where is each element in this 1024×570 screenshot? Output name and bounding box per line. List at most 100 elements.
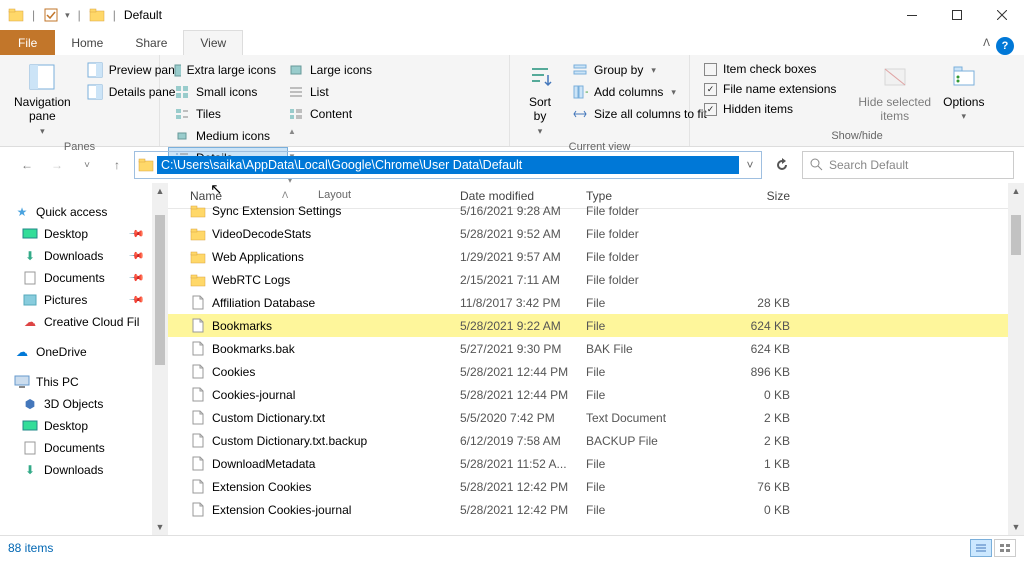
- file-type: File: [586, 480, 712, 494]
- hide-selected-button: Hide selected items: [852, 59, 937, 126]
- extra-large-icons-button[interactable]: Extra large icons: [168, 59, 282, 81]
- search-box[interactable]: Search Default: [802, 151, 1014, 179]
- file-row[interactable]: Cookies5/28/2021 12:44 PMFile896 KB: [168, 360, 1024, 383]
- checkbox-icon[interactable]: [43, 7, 59, 23]
- downloads-item[interactable]: ⬇Downloads📌: [0, 245, 168, 267]
- options-button[interactable]: Options ▾: [937, 59, 990, 124]
- hidden-items-toggle[interactable]: Hidden items: [698, 99, 842, 119]
- file-row[interactable]: Cookies-journal5/28/2021 12:44 PMFile0 K…: [168, 383, 1024, 406]
- file-size: 624 KB: [712, 319, 802, 333]
- pin-icon: 📌: [127, 292, 144, 309]
- file-name: Extension Cookies-journal: [212, 503, 351, 517]
- documents-item[interactable]: Documents📌: [0, 267, 168, 289]
- 3d-objects-item[interactable]: ⬢3D Objects: [0, 393, 168, 415]
- svg-text:+: +: [585, 85, 588, 99]
- file-type: File folder: [586, 204, 712, 218]
- file-row[interactable]: DownloadMetadata5/28/2021 11:52 A...File…: [168, 452, 1024, 475]
- file-name-extensions-toggle[interactable]: File name extensions: [698, 79, 842, 99]
- minimize-button[interactable]: [889, 0, 934, 30]
- onedrive-item[interactable]: ☁OneDrive: [0, 341, 168, 363]
- forward-button[interactable]: →: [44, 152, 70, 178]
- desktop-icon: [22, 226, 38, 242]
- type-column-header[interactable]: Type: [586, 189, 712, 203]
- pictures-icon: [22, 292, 38, 308]
- name-column-header[interactable]: Name: [190, 189, 222, 203]
- address-bar[interactable]: C:\Users\saika\AppData\Local\Google\Chro…: [134, 151, 762, 179]
- desktop-pc-item[interactable]: Desktop: [0, 415, 168, 437]
- tiles-button[interactable]: Tiles: [168, 103, 282, 125]
- details-view-status-button[interactable]: [970, 539, 992, 557]
- downloads-pc-item[interactable]: ⬇Downloads: [0, 459, 168, 481]
- file-date: 11/8/2017 3:42 PM: [460, 296, 586, 310]
- recent-locations-button[interactable]: ˅: [74, 152, 100, 178]
- search-icon: [809, 157, 823, 174]
- desktop-item[interactable]: Desktop📌: [0, 223, 168, 245]
- thumbnails-view-status-button[interactable]: [994, 539, 1016, 557]
- nav-scrollbar[interactable]: ▲▼: [152, 183, 168, 535]
- list-button[interactable]: List: [282, 81, 382, 103]
- address-dropdown-icon[interactable]: ˅: [739, 158, 761, 172]
- documents-icon: [22, 440, 38, 456]
- file-date: 5/28/2021 9:22 AM: [460, 319, 586, 333]
- file-row[interactable]: Extension Cookies5/28/2021 12:42 PMFile7…: [168, 475, 1024, 498]
- address-path[interactable]: C:\Users\saika\AppData\Local\Google\Chro…: [157, 156, 739, 174]
- file-name: Custom Dictionary.txt: [212, 411, 325, 425]
- file-name: Bookmarks: [212, 319, 272, 333]
- file-row[interactable]: VideoDecodeStats5/28/2021 9:52 AMFile fo…: [168, 222, 1024, 245]
- file-row[interactable]: Affiliation Database11/8/2017 3:42 PMFil…: [168, 291, 1024, 314]
- hide-selected-icon: [879, 61, 911, 93]
- sort-by-button[interactable]: Sort by ▾: [518, 59, 562, 139]
- small-icons-button[interactable]: Small icons: [168, 81, 282, 103]
- file-row[interactable]: WebRTC Logs2/15/2021 7:11 AMFile folder: [168, 268, 1024, 291]
- file-size: 0 KB: [712, 388, 802, 402]
- sort-indicator-icon: ᐱ: [282, 190, 288, 201]
- documents-icon: [22, 270, 38, 286]
- up-button[interactable]: ↑: [104, 152, 130, 178]
- file-size: 2 KB: [712, 434, 802, 448]
- sort-icon: [524, 61, 556, 93]
- file-icon: [190, 341, 206, 357]
- layout-scroll-up-icon[interactable]: ▲: [288, 127, 302, 136]
- file-size: 0 KB: [712, 503, 802, 517]
- file-icon: [190, 456, 206, 472]
- file-type: BAK File: [586, 342, 712, 356]
- content-scrollbar[interactable]: ▲▼: [1008, 183, 1024, 535]
- file-icon: [190, 410, 206, 426]
- file-date: 5/28/2021 12:42 PM: [460, 480, 586, 494]
- help-icon[interactable]: ?: [996, 37, 1014, 55]
- content-button[interactable]: Content: [282, 103, 382, 125]
- file-date: 5/28/2021 12:44 PM: [460, 365, 586, 379]
- maximize-button[interactable]: [934, 0, 979, 30]
- file-row[interactable]: Custom Dictionary.txt.backup6/12/2019 7:…: [168, 429, 1024, 452]
- creative-cloud-icon: ☁: [22, 314, 38, 330]
- file-type: File folder: [586, 273, 712, 287]
- file-row[interactable]: Bookmarks 5/28/2021 9:22 AMFile624 KB: [168, 314, 1024, 337]
- back-button[interactable]: ←: [14, 152, 40, 178]
- file-size: 1 KB: [712, 457, 802, 471]
- file-row[interactable]: Extension Cookies-journal5/28/2021 12:42…: [168, 498, 1024, 521]
- refresh-button[interactable]: [766, 151, 798, 179]
- documents-pc-item[interactable]: Documents: [0, 437, 168, 459]
- date-column-header[interactable]: Date modified: [460, 189, 586, 203]
- quick-access-item[interactable]: ★Quick access: [0, 201, 168, 223]
- navigation-pane-button[interactable]: Navigation pane ▾: [8, 59, 77, 139]
- close-button[interactable]: [979, 0, 1024, 30]
- file-type: File: [586, 319, 712, 333]
- pictures-item[interactable]: Pictures📌: [0, 289, 168, 311]
- size-column-header[interactable]: Size: [712, 189, 802, 203]
- medium-icons-button[interactable]: Medium icons: [168, 125, 288, 147]
- file-row[interactable]: Web Applications1/29/2021 9:57 AMFile fo…: [168, 245, 1024, 268]
- file-menu[interactable]: File: [0, 30, 55, 55]
- file-size: 624 KB: [712, 342, 802, 356]
- file-row[interactable]: Bookmarks.bak5/27/2021 9:30 PMBAK File62…: [168, 337, 1024, 360]
- view-tab[interactable]: View: [183, 30, 243, 55]
- collapse-ribbon-icon[interactable]: ᐱ: [983, 38, 990, 49]
- share-tab[interactable]: Share: [119, 30, 183, 55]
- this-pc-item[interactable]: This PC: [0, 371, 168, 393]
- creative-cloud-item[interactable]: ☁Creative Cloud Fil: [0, 311, 168, 333]
- file-row[interactable]: Custom Dictionary.txt5/5/2020 7:42 PMTex…: [168, 406, 1024, 429]
- file-name: VideoDecodeStats: [212, 227, 311, 241]
- home-tab[interactable]: Home: [55, 30, 119, 55]
- item-check-boxes-toggle[interactable]: Item check boxes: [698, 59, 842, 79]
- large-icons-button[interactable]: Large icons: [282, 59, 382, 81]
